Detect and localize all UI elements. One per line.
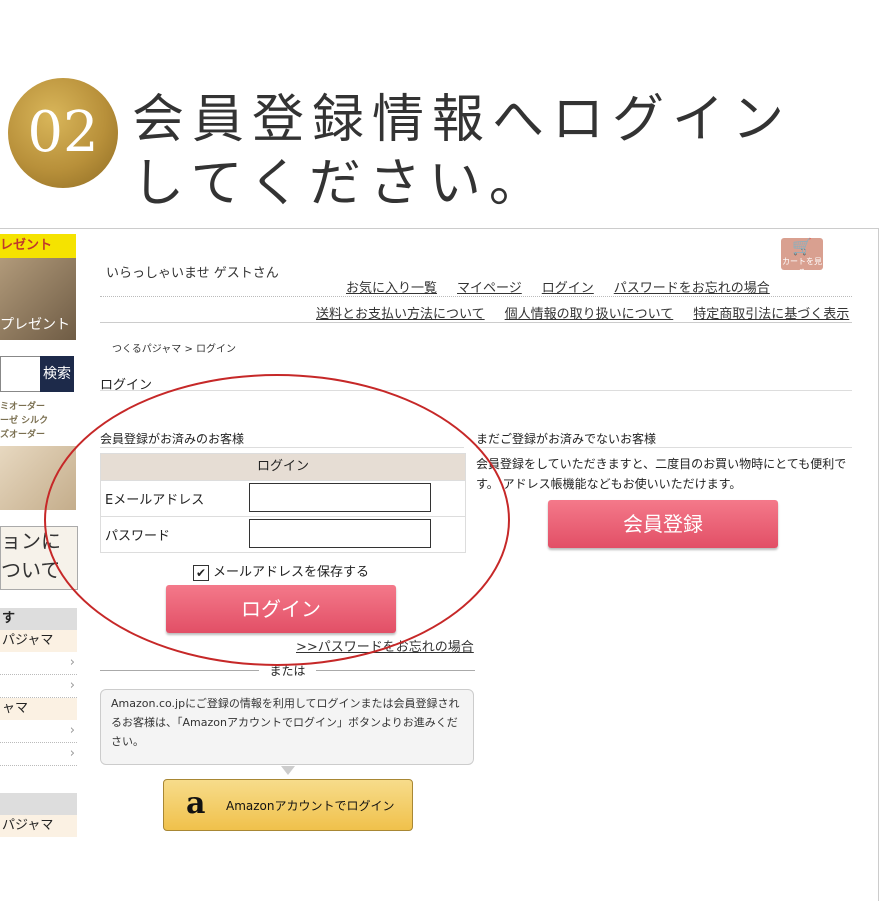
guest-section-label: まだご登録がお済みでないお客様 xyxy=(476,432,657,446)
shipping-info-link[interactable]: 送料とお支払い方法について xyxy=(316,307,485,322)
amazon-login-button[interactable]: a Amazonアカウントでログイン xyxy=(163,779,413,831)
highlight-oval xyxy=(44,374,510,666)
sidebar-present-banner[interactable]: レゼント xyxy=(0,234,76,258)
step-number-badge: 02 xyxy=(8,78,118,188)
sidebar-category-item[interactable]: パジャマ xyxy=(0,815,77,837)
step-headline: 会員登録情報へログイン してください。 xyxy=(132,90,793,214)
amazon-login-label: Amazonアカウントでログイン xyxy=(226,799,395,813)
sidebar-order-text[interactable]: ミオーダー ーゼ シルク ズオーダー xyxy=(0,400,76,442)
amazon-info-pointer xyxy=(281,766,295,775)
cart-icon: 🛒 xyxy=(792,237,812,256)
chevron-right-icon: › xyxy=(69,723,75,738)
amazon-logo-icon: a xyxy=(186,786,206,821)
nav-divider xyxy=(100,296,852,297)
sidebar-category-head: す xyxy=(0,608,77,630)
info-nav: 送料とお支払い方法について 個人情報の取り扱いについて 特定商取引法に基づく表示 xyxy=(316,303,849,322)
chevron-right-icon: › xyxy=(69,655,75,670)
favorites-link[interactable]: お気に入り一覧 xyxy=(346,281,437,296)
top-nav: お気に入り一覧 マイページ ログイン パスワードをお忘れの場合 xyxy=(346,277,770,296)
chevron-right-icon: › xyxy=(69,678,75,693)
cart-button[interactable]: 🛒 カートを見る xyxy=(781,237,823,277)
sidebar-search-input[interactable] xyxy=(0,356,41,392)
sidebar-category-item[interactable]: › xyxy=(0,743,77,766)
login-link[interactable]: ログイン xyxy=(542,281,594,296)
cart-label: カートを見る xyxy=(782,257,822,277)
guest-section-divider xyxy=(476,447,852,448)
breadcrumb[interactable]: つくるパジャマ > ログイン xyxy=(112,340,236,355)
sidebar-category-item[interactable]: › xyxy=(0,675,77,698)
sidebar-category-item[interactable]: › xyxy=(0,720,77,743)
sidebar-category-head-2 xyxy=(0,793,77,815)
sidebar-present-label: プレゼント xyxy=(0,317,70,333)
sidebar-present-image[interactable]: プレゼント xyxy=(0,258,76,340)
sidebar-category-item[interactable]: › xyxy=(0,652,77,675)
forgot-password-nav-link[interactable]: パスワードをお忘れの場合 xyxy=(614,281,770,296)
sidebar-search-button[interactable]: 検索 xyxy=(40,356,74,392)
header-divider xyxy=(100,322,852,323)
guest-description: 会員登録をしていただきますと、二度目のお買い物時にとても便利です。 アドレス帳機… xyxy=(476,457,847,491)
welcome-message: いらっしゃいませ ゲストさん xyxy=(106,266,279,281)
or-text: または xyxy=(259,664,316,678)
register-button[interactable]: 会員登録 xyxy=(548,500,778,548)
sidebar-category-list: す パジャマ › › ャマ › › xyxy=(0,608,77,766)
legal-link[interactable]: 特定商取引法に基づく表示 xyxy=(693,307,849,322)
sidebar-category-item[interactable]: ャマ xyxy=(0,698,77,720)
privacy-link[interactable]: 個人情報の取り扱いについて xyxy=(505,307,674,322)
sidebar-category-list-2: パジャマ xyxy=(0,793,77,837)
mypage-link[interactable]: マイページ xyxy=(457,281,522,296)
step-number: 02 xyxy=(27,100,99,165)
amazon-info-box: Amazon.co.jpにご登録の情報を利用してログインまたは会員登録されるお客… xyxy=(100,689,474,765)
sidebar-category-item[interactable]: パジャマ xyxy=(0,630,77,652)
chevron-right-icon: › xyxy=(69,746,75,761)
